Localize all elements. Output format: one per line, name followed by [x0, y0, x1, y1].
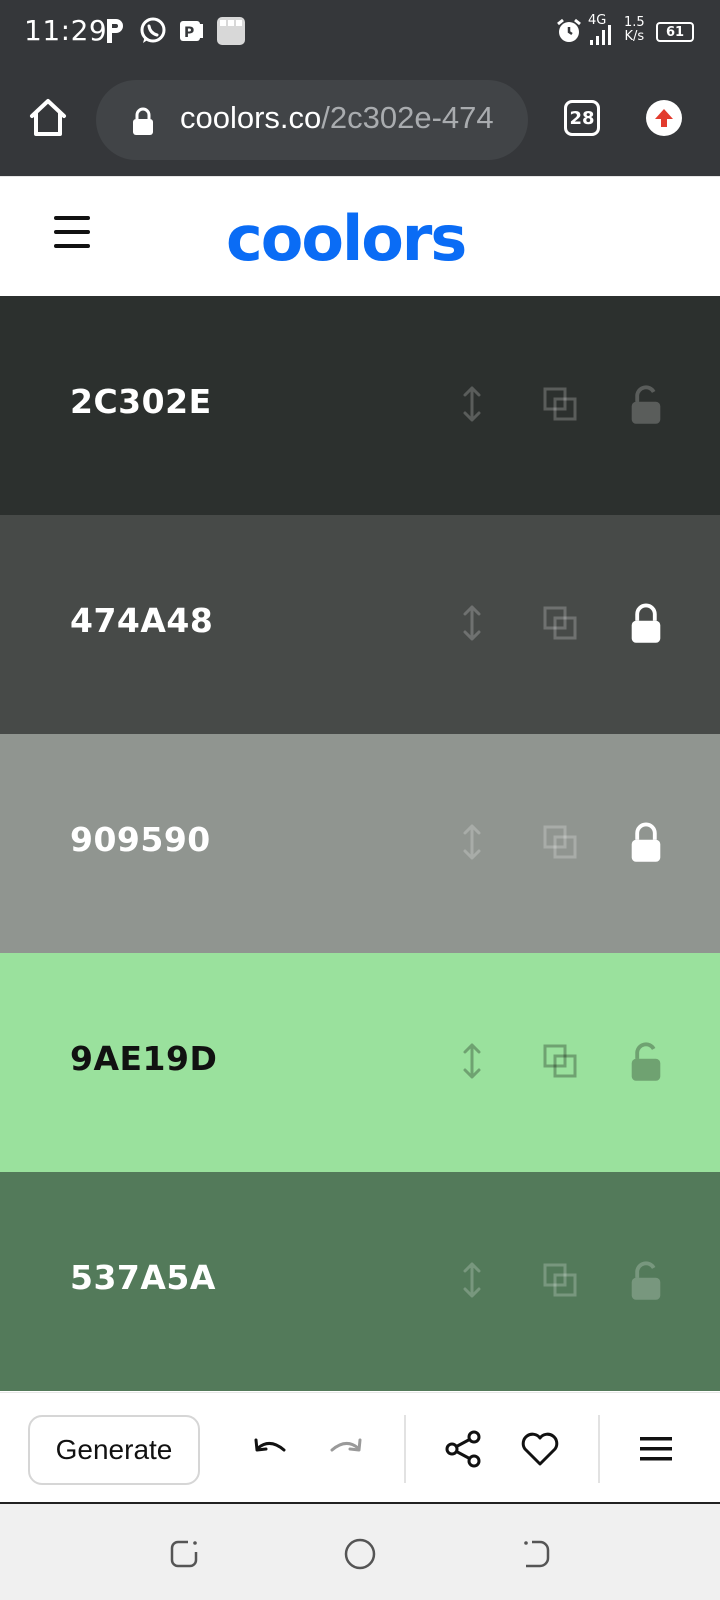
battery-icon: 61: [656, 20, 694, 44]
app-header: coolors: [0, 176, 720, 296]
toolbar-divider: [598, 1415, 600, 1483]
copy-icon[interactable]: [540, 384, 580, 424]
lock-icon[interactable]: [626, 384, 666, 424]
url-text: coolors.co/2c302e-474: [180, 100, 494, 136]
url-bar[interactable]: coolors.co/2c302e-474: [96, 80, 528, 160]
color-hex[interactable]: 909590: [70, 820, 211, 859]
url-domain: coolors.co: [180, 100, 322, 135]
status-time: 11:29: [24, 14, 108, 47]
gallery-icon: [216, 14, 246, 48]
lock-icon[interactable]: [626, 822, 666, 862]
lock-icon[interactable]: [626, 1041, 666, 1081]
toolbar-divider: [404, 1415, 406, 1483]
share-icon[interactable]: [442, 1427, 486, 1471]
p-app-icon: [104, 14, 126, 48]
lock-icon: [130, 106, 156, 136]
status-bar: 11:29 P 4G 1.5 K/s 61: [0, 0, 720, 64]
menu-icon[interactable]: [634, 1427, 678, 1471]
update-icon[interactable]: [646, 100, 682, 136]
color-swatch[interactable]: 537A5A: [0, 1172, 720, 1391]
home-circle-icon[interactable]: [340, 1534, 380, 1574]
battery-level: 61: [665, 24, 685, 40]
url-path: /2c302e-474: [321, 100, 494, 135]
copy-icon[interactable]: [540, 603, 580, 643]
heart-icon[interactable]: [518, 1427, 562, 1471]
tabs-button[interactable]: 28: [564, 100, 600, 136]
color-hex[interactable]: 9AE19D: [70, 1039, 217, 1078]
home-icon[interactable]: [24, 94, 72, 142]
color-swatch[interactable]: 909590: [0, 734, 720, 953]
redo-icon[interactable]: [324, 1427, 368, 1471]
color-hex[interactable]: 537A5A: [70, 1258, 216, 1297]
svg-text:P: P: [184, 25, 194, 41]
generate-button[interactable]: Generate: [28, 1415, 200, 1485]
system-nav-bar: [0, 1504, 720, 1600]
color-swatch[interactable]: 474A48: [0, 515, 720, 734]
signal-icon: [588, 24, 616, 46]
copy-icon[interactable]: [540, 1260, 580, 1300]
alarm-icon: [556, 14, 582, 48]
color-hex[interactable]: 474A48: [70, 601, 213, 640]
copy-icon[interactable]: [540, 822, 580, 862]
bottom-toolbar: Generate: [0, 1392, 720, 1504]
color-palette: 2C302E 474A48 909590 9AE19D 537A5A: [0, 296, 720, 1391]
tab-count: 28: [569, 107, 595, 129]
menu-icon[interactable]: [54, 216, 90, 248]
net-speed: 1.5 K/s: [624, 16, 645, 44]
color-swatch[interactable]: 9AE19D: [0, 953, 720, 1172]
lock-icon[interactable]: [626, 603, 666, 643]
color-hex[interactable]: 2C302E: [70, 382, 212, 421]
browser-toolbar: coolors.co/2c302e-474 28: [0, 64, 720, 176]
drag-vertical-icon[interactable]: [452, 1041, 492, 1081]
copy-icon[interactable]: [540, 1041, 580, 1081]
net-speed-value: 1.5: [624, 15, 645, 30]
coolors-logo[interactable]: coolors: [226, 202, 467, 275]
lock-icon[interactable]: [626, 1260, 666, 1300]
drag-vertical-icon[interactable]: [452, 603, 492, 643]
drag-vertical-icon[interactable]: [452, 384, 492, 424]
color-swatch[interactable]: 2C302E: [0, 296, 720, 515]
back-icon[interactable]: [516, 1534, 556, 1574]
drag-vertical-icon[interactable]: [452, 822, 492, 862]
net-speed-unit: K/s: [624, 29, 645, 44]
undo-icon[interactable]: [248, 1427, 292, 1471]
recents-icon[interactable]: [164, 1534, 204, 1574]
whatsapp-icon: [138, 14, 168, 48]
drag-vertical-icon[interactable]: [452, 1260, 492, 1300]
document-icon: P: [178, 14, 206, 48]
